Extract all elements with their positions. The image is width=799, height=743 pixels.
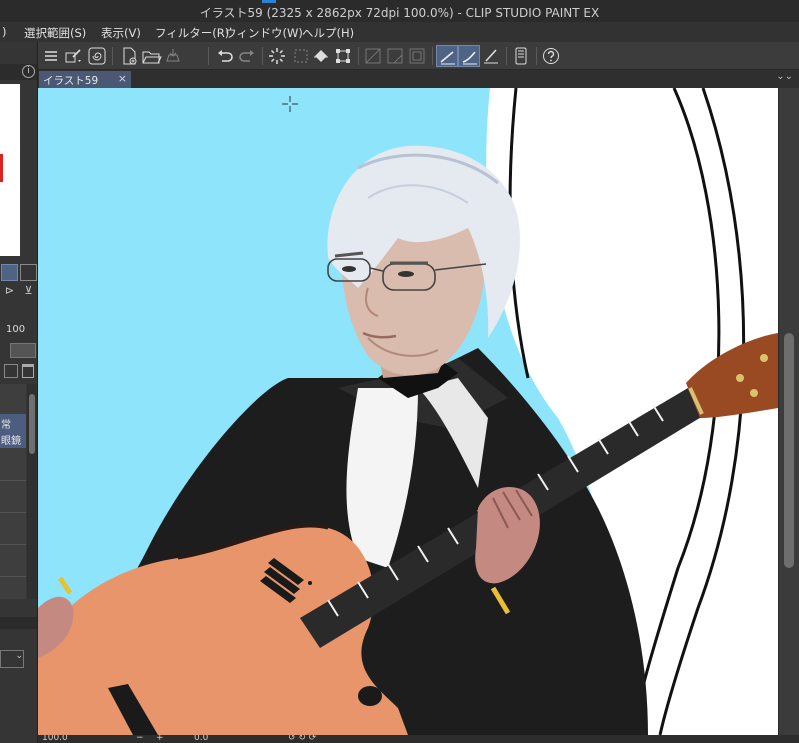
- menu-item-filter[interactable]: フィルター(R): [155, 25, 229, 41]
- panel-divider: [0, 617, 37, 629]
- tab-illustration-59[interactable]: イラスト59 ×: [39, 71, 131, 88]
- flip-vertical-icon[interactable]: ⊻: [20, 284, 37, 299]
- close-icon[interactable]: ×: [118, 72, 127, 85]
- tablet-icon[interactable]: [510, 45, 532, 67]
- rotation-value[interactable]: 0.0: [194, 735, 208, 743]
- snap-ruler-icon[interactable]: [436, 45, 458, 67]
- menu-item-window[interactable]: ウィンドウ(W): [225, 25, 303, 41]
- status-bar: 100.0 − + 0.0 ↺ ↻ ⟳: [38, 735, 799, 743]
- new-layer-icon[interactable]: [4, 364, 18, 378]
- transform-icon[interactable]: [332, 45, 354, 67]
- fill-bucket-icon[interactable]: [310, 45, 332, 67]
- new-file-icon[interactable]: [118, 45, 140, 67]
- zoom-in-button[interactable]: +: [156, 735, 164, 743]
- tab-menu-icon[interactable]: ⌄⌄: [776, 71, 793, 82]
- sub-tool-dropdown[interactable]: ⌄: [0, 650, 24, 668]
- save-cloud-icon[interactable]: [162, 45, 184, 67]
- open-folder-icon[interactable]: [140, 45, 162, 67]
- preview-mark: [0, 154, 3, 182]
- zoom-value[interactable]: 100.0: [42, 735, 68, 743]
- loading-icon[interactable]: [266, 45, 288, 67]
- opacity-value: 100: [6, 324, 26, 335]
- window-title: イラスト59 (2325 x 2862px 72dpi 100.0%) - CL…: [199, 6, 600, 20]
- document-tab-bar: イラスト59 × ⌄⌄: [38, 70, 799, 88]
- canvas-vertical-scrollbar[interactable]: [778, 88, 799, 735]
- snap-special-ruler-icon[interactable]: [458, 45, 480, 67]
- layer-scrollbar[interactable]: [27, 384, 37, 599]
- zoom-out-button[interactable]: −: [136, 735, 144, 743]
- help-icon[interactable]: [540, 45, 562, 67]
- menu-item-view[interactable]: 表示(V): [101, 25, 141, 41]
- info-icon[interactable]: i: [22, 65, 35, 78]
- left-panel: i ⊳ ⊻ 100 常 眼鏡 ⌄: [0, 42, 38, 743]
- menu-item-help[interactable]: ヘルプ(H): [302, 25, 354, 41]
- menu-icon[interactable]: [40, 45, 62, 67]
- illustration: [38, 88, 778, 735]
- redo-icon[interactable]: [236, 45, 258, 67]
- layer-list: 常 眼鏡: [0, 384, 26, 599]
- snap-grid-icon[interactable]: [480, 45, 502, 67]
- layer-item-active[interactable]: 常 眼鏡: [0, 414, 26, 448]
- command-bar: [38, 42, 799, 70]
- layer-label-normal: 常: [1, 420, 11, 431]
- brush-settings-icon[interactable]: [62, 45, 84, 67]
- select-all-icon[interactable]: [290, 45, 312, 67]
- navigator-preview[interactable]: [0, 84, 20, 256]
- menu-item-prev[interactable]: ): [2, 25, 7, 39]
- title-bar: イラスト59 (2325 x 2862px 72dpi 100.0%) - CL…: [0, 0, 799, 22]
- flip-horizontal-icon[interactable]: ⊳: [1, 284, 18, 299]
- ruler-layer-icon[interactable]: [384, 45, 406, 67]
- undo-icon[interactable]: [214, 45, 236, 67]
- fit-icon[interactable]: [20, 264, 37, 281]
- menu-bar: ) 選択範囲(S) 表示(V) フィルター(R) ウィンドウ(W) ヘルプ(H): [0, 22, 799, 42]
- ruler-off-icon[interactable]: [362, 45, 384, 67]
- transform-icon[interactable]: [1, 264, 18, 281]
- canvas-area[interactable]: [38, 88, 778, 735]
- layer-mask-icon[interactable]: [10, 343, 36, 358]
- opacity-field[interactable]: 100: [4, 322, 37, 338]
- grid-icon[interactable]: [406, 45, 428, 67]
- trash-icon[interactable]: [22, 364, 34, 378]
- title-accent: [262, 0, 276, 3]
- tab-label: イラスト59: [43, 75, 99, 87]
- rotate-icon[interactable]: ↺ ↻ ⟳: [288, 735, 316, 743]
- layer-label-glasses: 眼鏡: [1, 436, 21, 447]
- menu-item-selection[interactable]: 選択範囲(S): [24, 25, 86, 41]
- spiral-icon[interactable]: [86, 45, 108, 67]
- app-window: イラスト59 (2325 x 2862px 72dpi 100.0%) - CL…: [0, 0, 799, 743]
- scrollbar-thumb[interactable]: [784, 333, 794, 568]
- panel-header: i: [0, 64, 37, 80]
